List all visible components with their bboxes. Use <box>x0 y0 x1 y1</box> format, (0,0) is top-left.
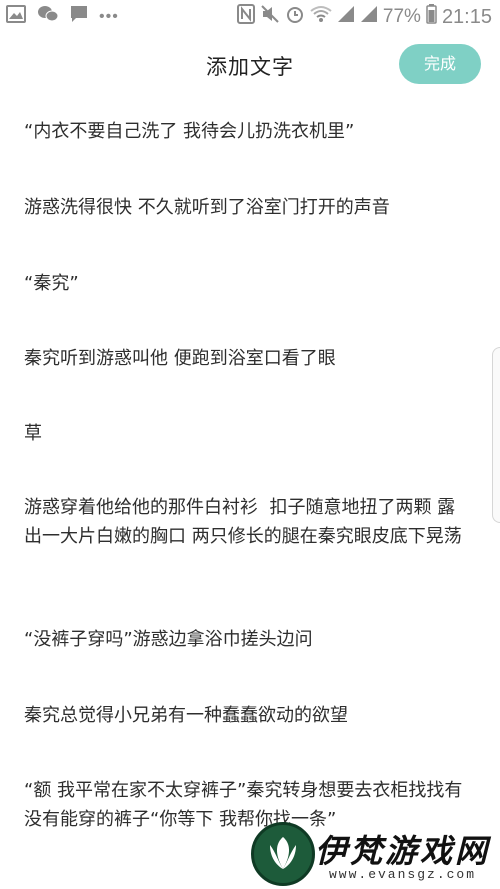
status-bar: ••• 77% 21:15 <box>0 0 500 34</box>
more-notifications-icon: ••• <box>99 8 119 25</box>
paragraph: 游惑洗得很快 不久就听到了浴室门打开的声音 <box>24 197 390 218</box>
paragraph: “内衣不要自己洗了 我待会儿扔洗衣机里” <box>24 121 355 142</box>
battery-icon <box>426 4 437 30</box>
header: 添加文字 完成 <box>0 34 500 98</box>
nfc-icon <box>236 4 255 30</box>
wifi-icon <box>310 5 332 29</box>
battery-percent: 77% <box>382 6 421 27</box>
paragraph: 游惑穿着他给他的那件白衬衫 扣子随意地扭了两颗 露出一大片白嫩的胸口 两只修长的… <box>24 497 462 547</box>
watermark: 伊梵游戏网 www.evansgz.com <box>251 822 500 889</box>
watermark-url: www.evansgz.com <box>329 867 477 882</box>
paragraph: “秦究” <box>24 273 79 294</box>
status-bar-notifications: ••• <box>6 5 130 29</box>
gallery-icon <box>6 5 26 29</box>
watermark-logo <box>251 822 315 886</box>
wechat-icon <box>37 5 59 29</box>
watermark-name: 伊梵游戏网 <box>315 832 491 870</box>
signal-icon <box>337 5 355 29</box>
alarm-icon <box>285 4 305 30</box>
paragraph: “没裤子穿吗”游惑边拿浴巾搓头边问 <box>24 629 313 650</box>
done-button[interactable]: 完成 <box>399 44 481 84</box>
signal-4g-icon <box>360 5 378 29</box>
clock: 21:15 <box>441 5 492 28</box>
message-icon <box>70 5 88 29</box>
paragraph: 秦究听到游惑叫他 便跑到浴室口看了眼 <box>24 348 336 369</box>
scroll-indicator[interactable] <box>492 347 500 523</box>
paragraph: 草 <box>24 423 42 444</box>
status-bar-system: 77% 21:15 <box>232 4 492 30</box>
mute-icon <box>260 4 280 30</box>
paragraph: 秦究总觉得小兄弟有一种蠢蠢欲动的欲望 <box>24 705 348 726</box>
